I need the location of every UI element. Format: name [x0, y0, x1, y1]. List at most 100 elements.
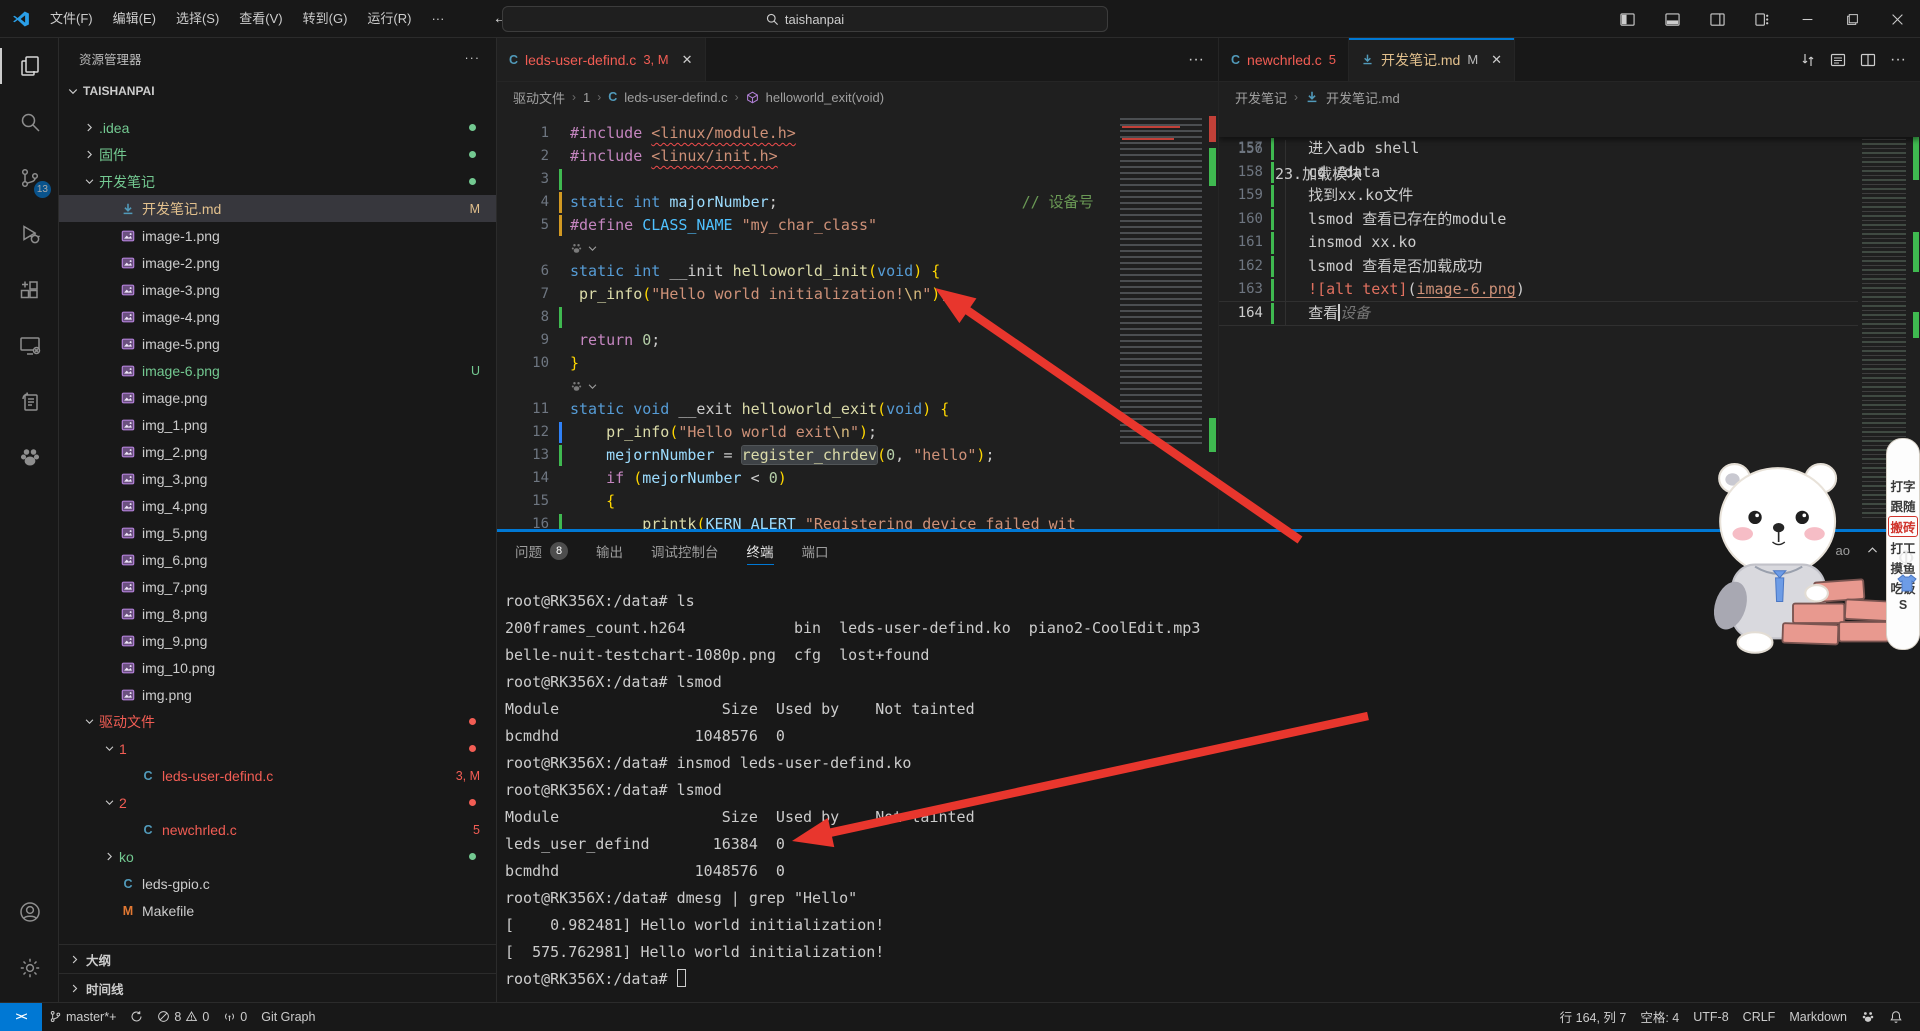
- toggle-primary-sidebar-icon[interactable]: [1605, 0, 1650, 38]
- tree-item-开发笔记.md[interactable]: 开发笔记.mdM: [59, 195, 496, 222]
- code-editor-c[interactable]: 1#include <linux/module.h>2#include <lin…: [497, 112, 1218, 529]
- tree-item-image.png[interactable]: image.png: [59, 384, 496, 411]
- tree-item-img_10.png[interactable]: img_10.png: [59, 654, 496, 681]
- cursor-position-item[interactable]: 行 164, 列 7: [1553, 1006, 1634, 1028]
- close-tab-icon[interactable]: ✕: [682, 52, 693, 68]
- codelens-row[interactable]: [497, 237, 1218, 260]
- code-line-162[interactable]: 162 lsmod 查看是否加载成功: [1219, 255, 1920, 279]
- tab-leds-user-defind[interactable]: C leds-user-defind.c 3, M ✕: [497, 38, 706, 81]
- code-line-12[interactable]: 12 pr_info("Hello world exit\n");: [497, 421, 1218, 444]
- code-line-160[interactable]: 160 lsmod 查看已存在的module: [1219, 208, 1920, 232]
- menu-6[interactable]: ···: [421, 6, 454, 32]
- activity-notebook[interactable]: [0, 374, 59, 430]
- menu-2[interactable]: 选择(S): [166, 6, 229, 32]
- code-line-14[interactable]: 14 if (mejorNumber < 0): [497, 467, 1218, 490]
- language-mode-item[interactable]: Markdown: [1782, 1006, 1854, 1028]
- code-line-1[interactable]: 1#include <linux/module.h>: [497, 122, 1218, 145]
- tree-item-img_5.png[interactable]: img_5.png: [59, 519, 496, 546]
- code-line-3[interactable]: 3: [497, 168, 1218, 191]
- tree-item-newchrled.c[interactable]: Cnewchrled.c5: [59, 816, 496, 843]
- tree-item-image-3.png[interactable]: image-3.png: [59, 276, 496, 303]
- panel-tab-端口[interactable]: 端口: [802, 532, 829, 569]
- code-line-9[interactable]: 9 return 0;: [497, 329, 1218, 352]
- toggle-secondary-sidebar-icon[interactable]: [1695, 0, 1740, 38]
- tree-item-img_1.png[interactable]: img_1.png: [59, 411, 496, 438]
- tree-item-驱动文件[interactable]: 驱动文件: [59, 708, 496, 735]
- terminal-output[interactable]: root@RK356X:/data# ls200frames_count.h26…: [497, 569, 1920, 1002]
- tree-item-image-4.png[interactable]: image-4.png: [59, 303, 496, 330]
- tree-item-img_9.png[interactable]: img_9.png: [59, 627, 496, 654]
- split-terminal-icon[interactable]: [1805, 543, 1820, 558]
- sticky-scroll-line[interactable]: 156 23.加载模块: [1219, 112, 1920, 137]
- panel-tab-输出[interactable]: 输出: [596, 532, 623, 569]
- breadcrumb-segment[interactable]: leds-user-defind.c: [624, 90, 727, 105]
- tab-dev-notes-md[interactable]: 开发笔记.md M ✕: [1349, 38, 1515, 81]
- tree-item-leds-gpio.c[interactable]: Cleds-gpio.c: [59, 870, 496, 897]
- code-line-7[interactable]: 7 pr_info("Hello world initialization!\n…: [497, 283, 1218, 306]
- editor-more-actions[interactable]: ···: [1890, 51, 1906, 69]
- close-button[interactable]: [1875, 0, 1920, 38]
- activity-explorer[interactable]: [0, 38, 59, 94]
- open-changes-icon[interactable]: [1800, 52, 1816, 68]
- activity-remote-explorer[interactable]: [0, 318, 59, 374]
- tree-item-Makefile[interactable]: MMakefile: [59, 897, 496, 924]
- tree-item-img_2.png[interactable]: img_2.png: [59, 438, 496, 465]
- tree-item-image-2.png[interactable]: image-2.png: [59, 249, 496, 276]
- tree-item-开发笔记[interactable]: 开发笔记: [59, 168, 496, 195]
- tree-item-img_7.png[interactable]: img_7.png: [59, 573, 496, 600]
- notifications-bell-icon[interactable]: [1882, 1006, 1910, 1028]
- code-line-5[interactable]: 5#define CLASS_NAME "my_char_class": [497, 214, 1218, 237]
- activity-search[interactable]: [0, 94, 59, 150]
- menu-4[interactable]: 转到(G): [293, 6, 358, 32]
- activity-run-debug[interactable]: [0, 206, 59, 262]
- breadcrumb-segment[interactable]: 驱动文件: [513, 88, 565, 107]
- activity-extensions[interactable]: [0, 262, 59, 318]
- tree-item-image-1.png[interactable]: image-1.png: [59, 222, 496, 249]
- new-terminal-icon[interactable]: [1761, 543, 1789, 558]
- code-line-8[interactable]: 8: [497, 306, 1218, 329]
- close-tab-icon[interactable]: ✕: [1491, 52, 1502, 68]
- code-line-4[interactable]: 4static int majorNumber; // 设备号: [497, 191, 1218, 214]
- code-editor-markdown[interactable]: 156 23.加载模块 157 进入adb shell158 cd /data1…: [1219, 112, 1920, 529]
- ports-item[interactable]: 0: [216, 1006, 254, 1028]
- activity-settings[interactable]: [0, 940, 59, 996]
- code-line-16[interactable]: 16 printk(KERN_ALERT "Registering device…: [497, 513, 1218, 529]
- git-branch-item[interactable]: master*+: [42, 1006, 123, 1028]
- panel-tab-终端[interactable]: 终端: [747, 532, 774, 569]
- code-line-11[interactable]: 11static void __exit helloworld_exit(voi…: [497, 398, 1218, 421]
- tree-item-image-5.png[interactable]: image-5.png: [59, 330, 496, 357]
- tree-item-leds-user-defind.c[interactable]: Cleds-user-defind.c3, M: [59, 762, 496, 789]
- search-command-center[interactable]: taishanpai: [502, 6, 1108, 32]
- breadcrumb-segment[interactable]: 开发笔记.md: [1326, 88, 1400, 107]
- breadcrumb[interactable]: 开发笔记›开发笔记.md: [1219, 82, 1920, 112]
- panel-tab-调试控制台[interactable]: 调试控制台: [651, 532, 719, 569]
- editor-more-actions[interactable]: ···: [1188, 51, 1204, 69]
- project-root-row[interactable]: TAISHANPAI: [59, 78, 496, 104]
- tree-item-ko[interactable]: ko: [59, 843, 496, 870]
- tab-newchrled[interactable]: C newchrled.c 5: [1219, 38, 1349, 81]
- eol-item[interactable]: CRLF: [1736, 1006, 1783, 1028]
- maximize-button[interactable]: [1830, 0, 1875, 38]
- tree-item-img_3.png[interactable]: img_3.png: [59, 465, 496, 492]
- code-line-13[interactable]: 13 mejornNumber = register_chrdev(0, "he…: [497, 444, 1218, 467]
- breadcrumb-segment[interactable]: 开发笔记: [1235, 88, 1287, 107]
- code-line-15[interactable]: 15 {: [497, 490, 1218, 513]
- remote-indicator[interactable]: ><: [0, 1003, 42, 1031]
- tree-item-1[interactable]: 1: [59, 735, 496, 762]
- tree-item-.idea[interactable]: .idea: [59, 114, 496, 141]
- minimize-button[interactable]: [1785, 0, 1830, 38]
- breadcrumb[interactable]: 驱动文件›1›Cleds-user-defind.c›helloworld_ex…: [497, 82, 1218, 112]
- breadcrumb-segment[interactable]: helloworld_exit(void): [766, 90, 885, 105]
- git-graph-item[interactable]: Git Graph: [254, 1006, 322, 1028]
- outfit-shirt-icon[interactable]: [1897, 574, 1917, 592]
- toggle-panel-icon[interactable]: [1650, 0, 1695, 38]
- tree-item-image-6.png[interactable]: image-6.pngU: [59, 357, 496, 384]
- tree-item-img_8.png[interactable]: img_8.png: [59, 600, 496, 627]
- code-line-161[interactable]: 161 insmod xx.ko: [1219, 231, 1920, 255]
- panel-tab-问题[interactable]: 问题8: [515, 532, 568, 569]
- activity-source-control[interactable]: 13: [0, 150, 59, 206]
- code-line-6[interactable]: 6static int __init helloworld_init(void)…: [497, 260, 1218, 283]
- menu-0[interactable]: 文件(F): [40, 6, 103, 32]
- tree-item-固件[interactable]: 固件: [59, 141, 496, 168]
- code-line-2[interactable]: 2#include <linux/init.h>: [497, 145, 1218, 168]
